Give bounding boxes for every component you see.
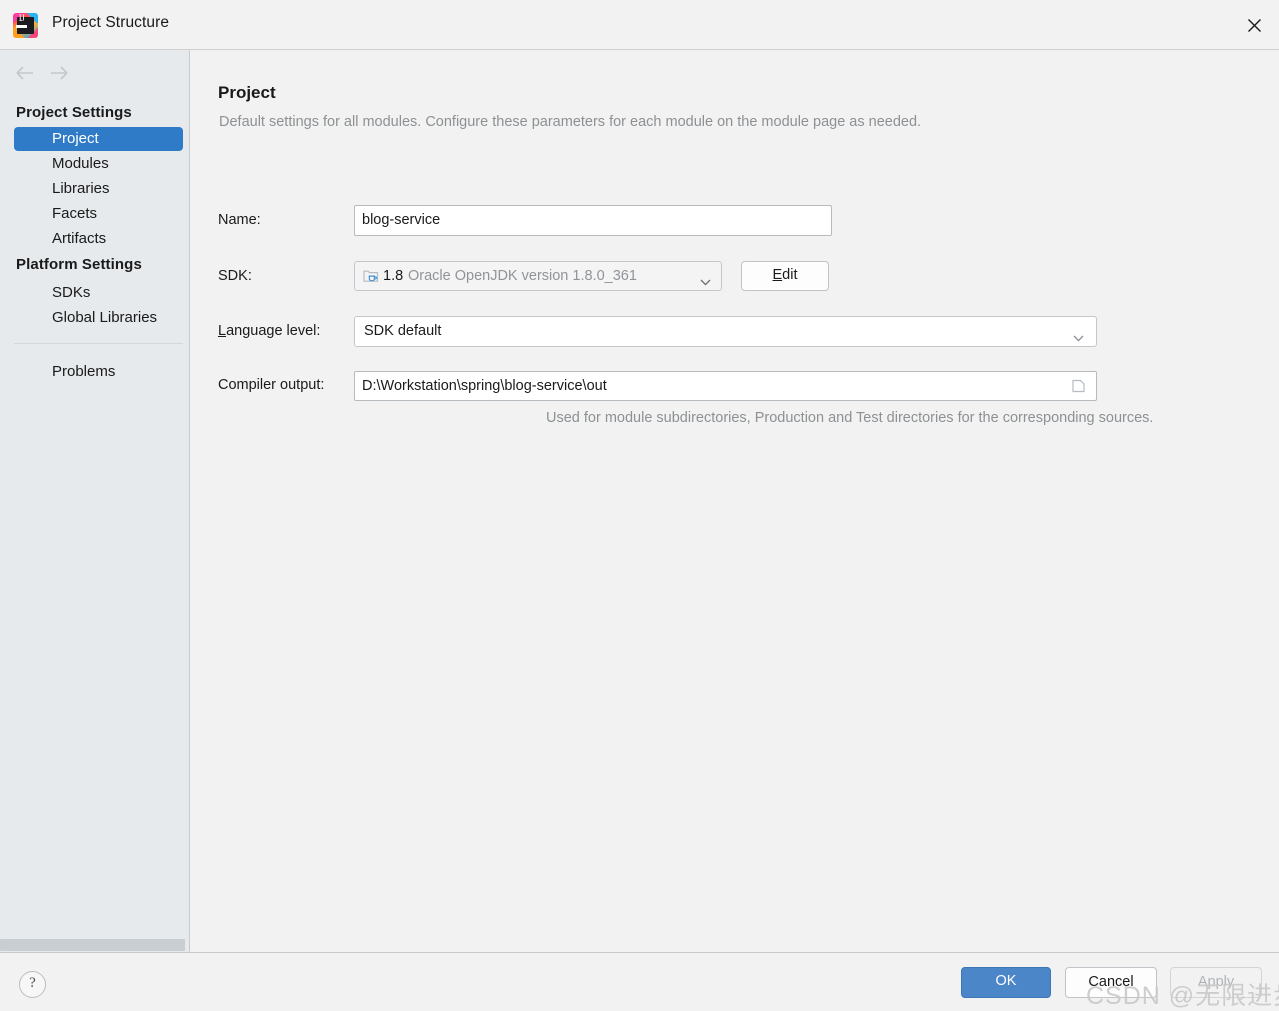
sdk-label: SDK: bbox=[218, 268, 252, 284]
name-input[interactable]: blog-service bbox=[354, 205, 832, 236]
sidebar-item-label: Project bbox=[52, 130, 99, 147]
sdk-edit-mnemonic: E bbox=[772, 267, 783, 283]
project-structure-dialog: IJ Project Structure Project Settings Pr… bbox=[0, 0, 1279, 1011]
sidebar-divider bbox=[14, 343, 183, 344]
arrow-right-icon[interactable] bbox=[46, 61, 72, 85]
sidebar-item-global-libraries[interactable]: Global Libraries bbox=[14, 306, 183, 330]
language-level-label: Language level: bbox=[218, 323, 320, 339]
language-level-label-rest: anguage level: bbox=[226, 323, 321, 339]
sidebar-item-problems[interactable]: Problems bbox=[14, 360, 183, 384]
sidebar-item-label: Modules bbox=[52, 155, 109, 172]
sdk-version: 1.8 bbox=[383, 268, 404, 284]
folder-browse-icon[interactable] bbox=[1071, 378, 1087, 394]
arrow-left-icon[interactable] bbox=[12, 61, 38, 85]
sidebar-item-label: Artifacts bbox=[52, 230, 107, 247]
cancel-button[interactable]: Cancel bbox=[1065, 967, 1157, 998]
apply-button-label: Apply bbox=[1197, 973, 1235, 990]
settings-sidebar: Project Settings Project Modules Librari… bbox=[0, 50, 190, 952]
language-level-dropdown[interactable]: SDK default bbox=[354, 316, 1097, 347]
sdk-edit-button[interactable]: Edit bbox=[741, 261, 829, 291]
sidebar-item-facets[interactable]: Facets bbox=[14, 202, 183, 226]
sidebar-section-project-settings: Project Settings bbox=[16, 104, 132, 121]
language-level-value: SDK default bbox=[364, 323, 442, 339]
help-question-icon[interactable]: ? bbox=[19, 971, 46, 998]
sdk-edit-button-label: Edit bbox=[742, 267, 828, 283]
chevron-down-icon bbox=[1073, 329, 1084, 342]
name-label: Name: bbox=[218, 212, 261, 228]
sidebar-item-project[interactable]: Project bbox=[14, 127, 183, 151]
sidebar-section-platform-settings: Platform Settings bbox=[16, 256, 142, 273]
sdk-dropdown[interactable]: 1.8 Oracle OpenJDK version 1.8.0_361 bbox=[354, 261, 722, 291]
sidebar-item-sdks[interactable]: SDKs bbox=[14, 281, 183, 305]
sidebar-item-modules[interactable]: Modules bbox=[14, 152, 183, 176]
compiler-output-label: Compiler output: bbox=[218, 377, 325, 393]
project-settings-panel: Project Default settings for all modules… bbox=[191, 50, 1279, 952]
sidebar-item-label: Problems bbox=[52, 363, 116, 380]
sidebar-item-label: Facets bbox=[52, 205, 98, 222]
sdk-edit-rest: dit bbox=[782, 267, 798, 283]
java-sdk-folder-icon bbox=[363, 268, 380, 284]
sidebar-item-label: Libraries bbox=[52, 180, 110, 197]
sidebar-nav-buttons bbox=[0, 58, 190, 88]
sidebar-item-libraries[interactable]: Libraries bbox=[14, 177, 183, 201]
ok-button[interactable]: OK bbox=[961, 967, 1051, 998]
sidebar-horizontal-scrollbar[interactable] bbox=[0, 938, 189, 952]
chevron-down-icon bbox=[700, 273, 711, 286]
page-description: Default settings for all modules. Config… bbox=[219, 114, 922, 130]
apply-button: Apply bbox=[1170, 967, 1262, 998]
compiler-output-input[interactable]: D:\Workstation\spring\blog-service\out bbox=[354, 371, 1097, 401]
sidebar-item-artifacts[interactable]: Artifacts bbox=[14, 227, 183, 251]
compiler-output-hint: Used for module subdirectories, Producti… bbox=[546, 410, 1154, 426]
close-icon[interactable] bbox=[1238, 9, 1271, 42]
sidebar-item-label: SDKs bbox=[52, 284, 91, 301]
ok-button-label: OK bbox=[995, 973, 1017, 989]
compiler-output-value: D:\Workstation\spring\blog-service\out bbox=[362, 378, 607, 394]
language-level-mnemonic: L bbox=[218, 323, 227, 339]
name-input-value: blog-service bbox=[362, 212, 441, 228]
cancel-button-label: Cancel bbox=[1088, 973, 1134, 990]
title-bar: IJ Project Structure bbox=[0, 0, 1279, 50]
sdk-description: Oracle OpenJDK version 1.8.0_361 bbox=[408, 268, 637, 284]
scrollbar-thumb[interactable] bbox=[0, 939, 185, 951]
sidebar-item-label: Global Libraries bbox=[52, 309, 158, 326]
page-title: Project bbox=[218, 83, 276, 102]
window-title: Project Structure bbox=[52, 14, 170, 31]
intellij-idea-icon: IJ bbox=[13, 13, 38, 38]
